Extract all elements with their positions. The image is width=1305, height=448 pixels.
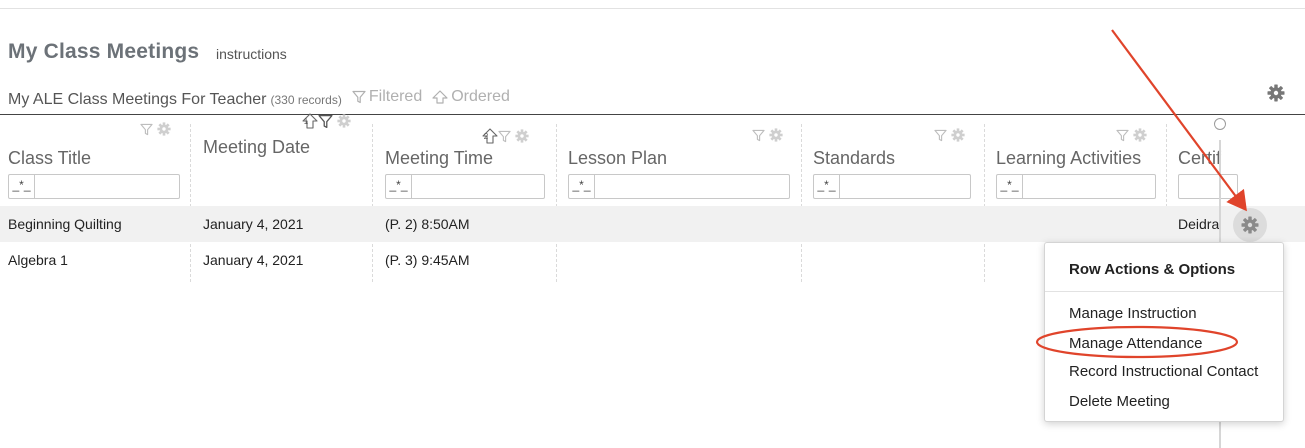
- cell-meeting-date: January 4, 2021: [203, 252, 304, 268]
- funnel-icon: [352, 90, 366, 104]
- wildcard-marker: _*_: [814, 175, 840, 198]
- menu-item-delete-meeting[interactable]: Delete Meeting: [1069, 393, 1170, 410]
- instructions-link[interactable]: instructions: [216, 46, 287, 62]
- column-tools-meeting-date: 1: [298, 113, 351, 129]
- column-header-meeting-time[interactable]: Meeting Time: [385, 148, 493, 169]
- ordered-toggle[interactable]: Ordered: [432, 88, 510, 106]
- top-divider: [0, 8, 1305, 9]
- column-tools-meeting-time: 2: [478, 128, 529, 144]
- menu-divider: [1045, 291, 1283, 292]
- funnel-icon[interactable]: [318, 114, 333, 129]
- gear-icon[interactable]: [769, 128, 783, 142]
- filtered-toggle[interactable]: Filtered: [352, 88, 422, 106]
- sort-up-icon[interactable]: 1: [298, 113, 318, 129]
- sort-up-icon: [432, 90, 448, 104]
- row-actions-button[interactable]: [1233, 208, 1267, 242]
- sort-order: 2: [483, 132, 489, 141]
- gear-icon[interactable]: [157, 122, 171, 136]
- wildcard-marker: _*_: [9, 175, 35, 198]
- lesson-plan-filter-input[interactable]: _*_: [568, 174, 790, 199]
- standards-filter-input[interactable]: _*_: [813, 174, 971, 199]
- record-count: (330 records): [270, 93, 342, 107]
- cell-meeting-date: January 4, 2021: [203, 216, 304, 232]
- table-caption: My ALE Class Meetings For Teacher (330 r…: [8, 88, 510, 110]
- gear-icon: [1241, 216, 1259, 234]
- table-header-rule: [0, 114, 1305, 115]
- cell-meeting-time: (P. 2) 8:50AM: [385, 216, 470, 232]
- sort-up-icon[interactable]: 2: [478, 128, 498, 144]
- gear-icon[interactable]: [951, 128, 965, 142]
- column-tools-class-title: [136, 122, 171, 136]
- column-header-standards[interactable]: Standards: [813, 148, 895, 169]
- table-settings-gear-icon[interactable]: [1267, 84, 1285, 102]
- column-header-class-title[interactable]: Class Title: [8, 148, 91, 169]
- certified-filter-input[interactable]: [1178, 174, 1238, 199]
- funnel-icon[interactable]: [140, 123, 153, 136]
- menu-header: Row Actions & Options: [1069, 261, 1236, 278]
- column-header-learning-activities[interactable]: Learning Activities: [996, 148, 1141, 169]
- funnel-icon[interactable]: [498, 130, 511, 143]
- filtered-label: Filtered: [368, 88, 423, 105]
- column-tools-lesson-plan: [748, 128, 783, 142]
- column-tools-learning-activities: [1112, 128, 1147, 142]
- wildcard-marker: _*_: [997, 175, 1023, 198]
- row-actions-menu: Row Actions & Options Manage Instruction…: [1044, 242, 1284, 422]
- cell-certified: Deidra: [1178, 216, 1220, 232]
- gear-icon[interactable]: [337, 114, 351, 128]
- class-title-filter-input[interactable]: _*_: [8, 174, 180, 199]
- cell-meeting-time: (P. 3) 9:45AM: [385, 252, 470, 268]
- menu-item-record-instructional-contact[interactable]: Record Instructional Contact: [1069, 363, 1258, 380]
- sort-order: 1: [303, 117, 309, 126]
- wildcard-marker: _*_: [386, 175, 412, 198]
- funnel-icon[interactable]: [752, 129, 765, 142]
- table-title: My ALE Class Meetings For Teacher: [8, 91, 267, 108]
- meeting-time-filter-input[interactable]: _*_: [385, 174, 545, 199]
- table-row[interactable]: Beginning Quilting January 4, 2021 (P. 2…: [0, 206, 1305, 242]
- column-header-meeting-date[interactable]: Meeting Date: [203, 137, 310, 158]
- cell-class-title: Algebra 1: [8, 252, 68, 268]
- gear-icon[interactable]: [1133, 128, 1147, 142]
- column-tools-standards: [930, 128, 965, 142]
- cell-class-title: Beginning Quilting: [8, 216, 122, 232]
- page-title: My Class Meetings: [8, 40, 200, 63]
- menu-item-manage-instruction[interactable]: Manage Instruction: [1069, 305, 1197, 322]
- menu-item-manage-attendance[interactable]: Manage Attendance: [1069, 335, 1202, 352]
- column-header-lesson-plan[interactable]: Lesson Plan: [568, 148, 667, 169]
- funnel-icon[interactable]: [934, 129, 947, 142]
- wildcard-marker: _*_: [569, 175, 595, 198]
- funnel-icon[interactable]: [1116, 129, 1129, 142]
- learning-activities-filter-input[interactable]: _*_: [996, 174, 1156, 199]
- gear-icon[interactable]: [515, 129, 529, 143]
- ordered-label: Ordered: [451, 88, 510, 105]
- resize-handle-knob[interactable]: [1214, 118, 1226, 130]
